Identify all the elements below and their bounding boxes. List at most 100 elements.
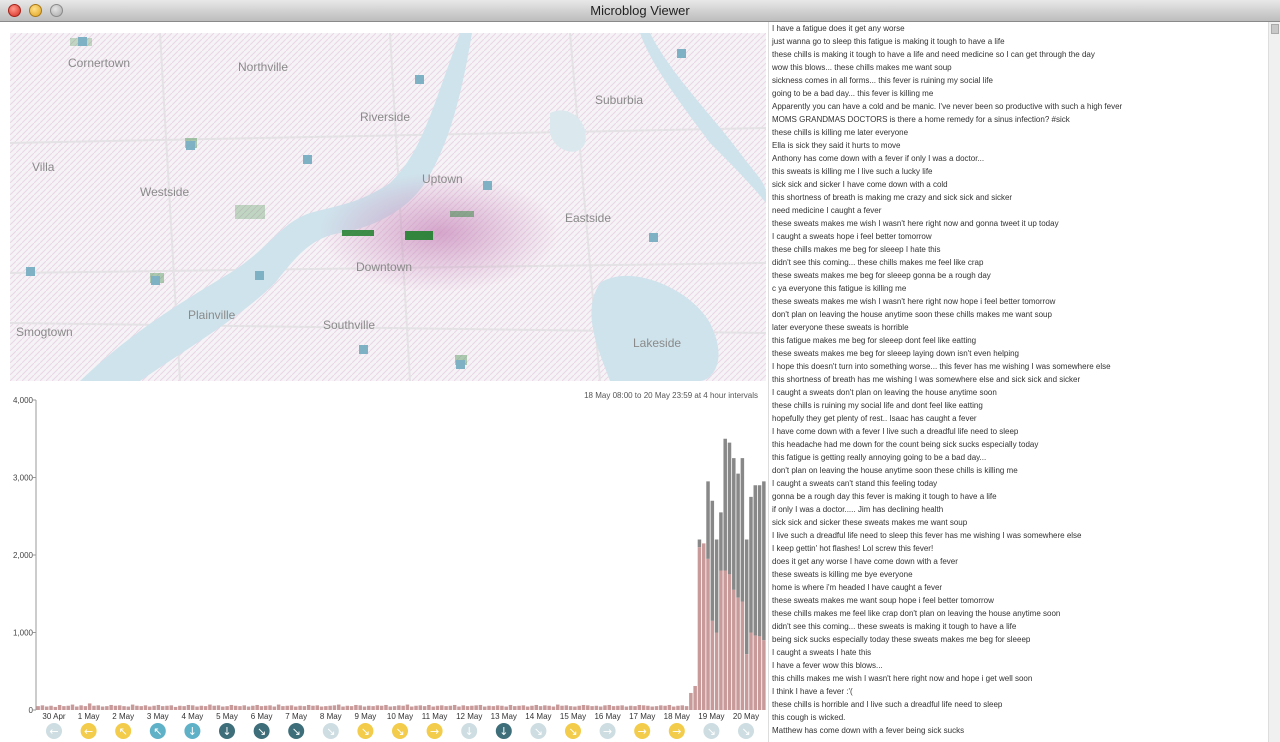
bar-symptom (401, 705, 405, 710)
feed-message[interactable]: these sweats makes me wish I wasn't here… (769, 295, 1269, 308)
bar-symptom (654, 706, 659, 710)
feed-message[interactable]: these chills makes me beg for sleeep I h… (769, 243, 1269, 256)
feed-message[interactable]: didn't see this coming... these chills m… (769, 256, 1269, 269)
feed-message[interactable]: this cough is wicked. (769, 711, 1269, 724)
bar-symptom (646, 705, 650, 710)
bar-symptom (75, 706, 79, 710)
feed-message[interactable]: these chills is killing me later everyon… (769, 126, 1269, 139)
feed-message[interactable]: sick sick and sicker these sweats makes … (769, 516, 1269, 529)
place-label-cornertown: Cornertown (68, 56, 131, 70)
feed-message[interactable]: I keep gettin' hot flashes! Lol screw th… (769, 542, 1269, 555)
feed-message[interactable]: I have come down with a fever I live suc… (769, 425, 1269, 438)
feed-message[interactable]: I live such a dreadful life need to slee… (769, 529, 1269, 542)
bar-symptom (624, 706, 629, 710)
feed-message[interactable]: didn't see this coming... these sweats i… (769, 620, 1269, 633)
feed-scroll-thumb[interactable] (1271, 24, 1279, 34)
feed-message[interactable]: I caught a sweats can't stand this feeli… (769, 477, 1269, 490)
feed-message[interactable]: sick sick and sicker I have come down wi… (769, 178, 1269, 191)
feed-message[interactable]: need medicine I caught a fever (769, 204, 1269, 217)
feed-message[interactable]: these sweats makes me want soup hope i f… (769, 594, 1269, 607)
feed-message[interactable]: gonna be a rough day this fever is makin… (769, 490, 1269, 503)
bar-symptom (487, 705, 491, 710)
bar-symptom (762, 640, 766, 710)
bar-symptom (616, 705, 620, 710)
bar-symptom (500, 705, 504, 710)
feed-message[interactable]: I have a fatigue does it get any worse (769, 22, 1269, 35)
bar-symptom (551, 706, 556, 710)
feed-message[interactable]: these sweats is killing me bye everyone (769, 568, 1269, 581)
feed-message[interactable]: Matthew has come down with a fever being… (769, 724, 1269, 737)
place-label-northville: Northville (238, 60, 289, 74)
x-tick-label: 5 May (216, 712, 238, 721)
x-tick-label: 4 May (182, 712, 204, 721)
feed-message[interactable]: this chills makes me wish I wasn't here … (769, 672, 1269, 685)
feed-message[interactable]: being sick sucks especially today these … (769, 633, 1269, 646)
arrow-right-icon-glyph: → (603, 725, 612, 738)
feed-message[interactable]: just wanna go to sleep this fatigue is m… (769, 35, 1269, 48)
feed-message[interactable]: this fatigue makes me beg for sleeep don… (769, 334, 1269, 347)
feed-message[interactable]: these chills is ruining my social life a… (769, 399, 1269, 412)
bar-symptom (83, 706, 88, 710)
feed-message[interactable]: this shortness of breath has me wishing … (769, 373, 1269, 386)
bar-symptom (311, 705, 315, 710)
bar-symptom (229, 704, 234, 710)
arrow-down-icon-glyph: ↓ (465, 725, 474, 738)
feed-message[interactable]: I caught a sweats don't plan on leaving … (769, 386, 1269, 399)
bar-symptom (294, 706, 298, 710)
bar-symptom (182, 706, 186, 710)
feed-message[interactable]: wow this blows... these chills makes me … (769, 61, 1269, 74)
feed-message[interactable]: this shortness of breath is making me cr… (769, 191, 1269, 204)
bar-symptom (152, 705, 156, 710)
arrow-up-left-icon-glyph: ↖ (119, 725, 128, 738)
feed-message[interactable]: sickness comes in all forms... this feve… (769, 74, 1269, 87)
feed-message[interactable]: don't plan on leaving the house anytime … (769, 464, 1269, 477)
bar-symptom (289, 705, 294, 710)
bar-symptom (598, 706, 603, 710)
arrow-down-right-icon-glyph: ↘ (395, 725, 404, 738)
feed-message[interactable]: these sweats makes me beg for sleeep gon… (769, 269, 1269, 282)
feed-message[interactable]: c ya everyone this fatigue is killing me (769, 282, 1269, 295)
bar-symptom (650, 706, 654, 710)
bar-symptom (169, 705, 174, 710)
feed-message[interactable]: does it get any worse I have come down w… (769, 555, 1269, 568)
feed-message[interactable]: this headache had me down for the count … (769, 438, 1269, 451)
feed-message[interactable]: I have a fever wow this blows... (769, 659, 1269, 672)
feed-message[interactable]: these chills is making it tough to have … (769, 48, 1269, 61)
feed-message[interactable]: later everyone these sweats is horrible (769, 321, 1269, 334)
x-tick-label: 14 May (525, 712, 551, 721)
feed-message[interactable]: I hope this doesn't turn into something … (769, 360, 1269, 373)
feed-scrollbar[interactable] (1268, 22, 1280, 742)
feed-message[interactable]: going to be a bad day... this fever is k… (769, 87, 1269, 100)
feed-message[interactable]: Ella is sick they said it hurts to move (769, 139, 1269, 152)
bar-total (727, 442, 732, 575)
feed-message[interactable]: this fatigue is getting really annoying … (769, 451, 1269, 464)
feed-message[interactable]: these chills makes me feel like crap don… (769, 607, 1269, 620)
feed-message[interactable]: don't plan on leaving the house anytime … (769, 308, 1269, 321)
feed-message[interactable]: I caught a sweats I hate this (769, 646, 1269, 659)
feed-message[interactable]: hopefully they get plenty of rest.. Isaa… (769, 412, 1269, 425)
feed-message[interactable]: these sweats makes me beg for sleeep lay… (769, 347, 1269, 360)
feed-message[interactable]: Anthony has come down with a fever if on… (769, 152, 1269, 165)
bar-symptom (49, 705, 53, 710)
feed-message[interactable]: this sweats is killing me I live such a … (769, 165, 1269, 178)
bar-symptom (388, 706, 393, 710)
message-volume-chart[interactable]: 0 1,000 2,000 3,000 4,000 30 Apr 1 May 2 May 3 M… (0, 386, 768, 742)
bar-symptom (706, 558, 710, 710)
bar-symptom (543, 705, 547, 710)
feed-message[interactable]: Apparently you can have a cold and be ma… (769, 100, 1269, 113)
arrow-right-icon-glyph: → (672, 725, 681, 738)
feed-message[interactable]: I think I have a fever :'( (769, 685, 1269, 698)
bar-symptom (306, 704, 311, 710)
feed-message[interactable]: MOMS GRANDMAS DOCTORS is there a home re… (769, 113, 1269, 126)
bar-symptom (298, 705, 302, 710)
bar-symptom (710, 620, 715, 710)
feed-message[interactable]: if only I was a doctor..... Jim has decl… (769, 503, 1269, 516)
bar-symptom (538, 706, 543, 710)
feed-message[interactable]: home is where i'm headed I have caught a… (769, 581, 1269, 594)
feed-message[interactable]: I caught a sweats hope i feel better tom… (769, 230, 1269, 243)
feed-message[interactable]: these chills is horrible and I live such… (769, 698, 1269, 711)
feed-message[interactable]: these sweats makes me wish I wasn't here… (769, 217, 1269, 230)
chart-canvas: 0 1,000 2,000 3,000 4,000 30 Apr 1 May 2 May 3 M… (13, 396, 766, 739)
city-map[interactable]: Cornertown Northville Suburbia Riverside Vil… (10, 33, 766, 381)
message-feed[interactable]: I have a fatigue does it get any worse ju… (768, 22, 1269, 742)
